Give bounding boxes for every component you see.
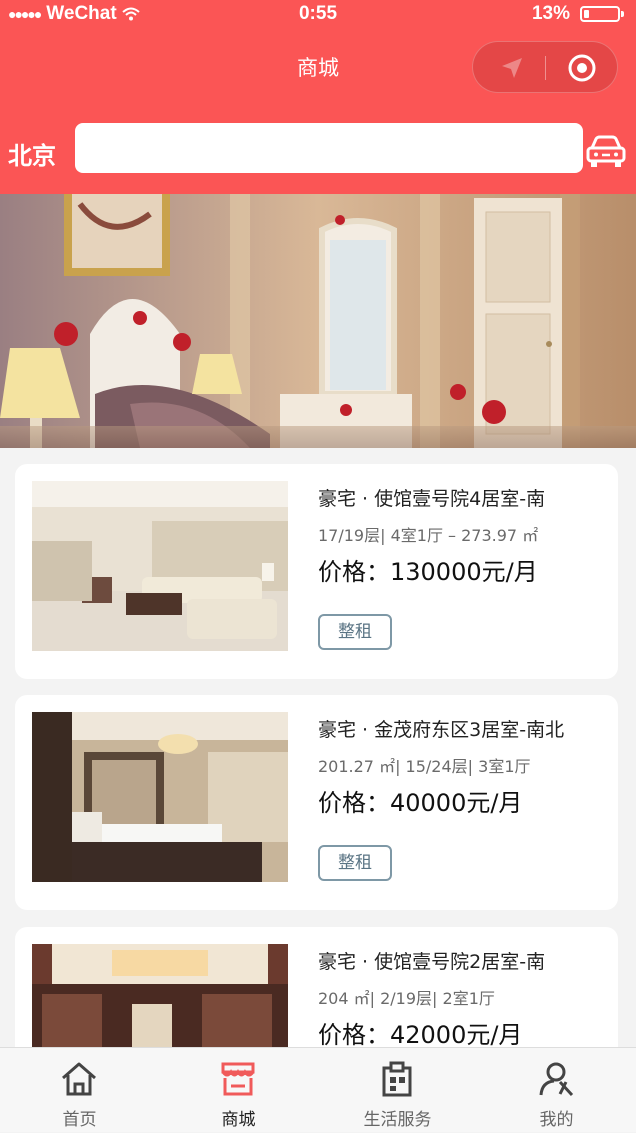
store-icon bbox=[221, 1062, 255, 1096]
search-row: 北京 bbox=[0, 106, 636, 194]
nav-bar: 商城 bbox=[0, 28, 636, 106]
capsule-divider bbox=[545, 56, 546, 80]
rent-type-tag[interactable]: 整租 bbox=[318, 614, 392, 650]
listing-title: 豪宅 · 使馆壹号院2居室-南 bbox=[318, 951, 546, 973]
listing-price: 价格：40000元/月 bbox=[318, 789, 523, 817]
listing-price: 价格：42000元/月 bbox=[318, 1021, 523, 1047]
tab-me[interactable]: 我的 bbox=[477, 1048, 636, 1133]
search-input[interactable] bbox=[75, 123, 583, 173]
listing-spec: 17/19层| 4室1厅 – 273.97 ㎡ bbox=[318, 526, 539, 545]
car-icon[interactable] bbox=[584, 132, 628, 170]
listing-title: 豪宅 · 使馆壹号院4居室-南 bbox=[318, 488, 546, 510]
listing-spec: 204 ㎡| 2/19层| 2室1厅 bbox=[318, 989, 495, 1008]
tab-label: 商城 bbox=[221, 1110, 256, 1130]
tab-life-services[interactable]: 生活服务 bbox=[318, 1048, 477, 1133]
rent-type-tag[interactable]: 整租 bbox=[318, 845, 392, 881]
listing-card[interactable]: 豪宅 · 金茂府东区3居室-南北 201.27 ㎡| 15/24层| 3室1厅 … bbox=[15, 695, 618, 910]
tab-home[interactable]: 首页 bbox=[0, 1048, 159, 1133]
status-right: 13% bbox=[531, 3, 624, 25]
tab-label: 首页 bbox=[62, 1110, 97, 1130]
clipboard-icon bbox=[382, 1061, 412, 1097]
listing-spec: 201.27 ㎡| 15/24层| 3室1厅 bbox=[318, 757, 531, 776]
listing-photo[interactable] bbox=[32, 481, 288, 651]
tab-store[interactable]: 商城 bbox=[159, 1048, 318, 1133]
banner-image[interactable] bbox=[0, 194, 636, 448]
listing-price: 价格：130000元/月 bbox=[318, 558, 538, 586]
listing-card[interactable]: 豪宅 · 使馆壹号院4居室-南 17/19层| 4室1厅 – 273.97 ㎡ … bbox=[15, 464, 618, 679]
user-icon bbox=[539, 1062, 574, 1097]
home-icon bbox=[62, 1062, 96, 1096]
listing-list: 豪宅 · 使馆壹号院4居室-南 17/19层| 4室1厅 – 273.97 ㎡ … bbox=[0, 464, 636, 1047]
listing-photo[interactable] bbox=[32, 944, 288, 1047]
close-mini-program-icon[interactable] bbox=[567, 53, 597, 83]
listing-card[interactable]: 豪宅 · 使馆壹号院2居室-南 204 ㎡| 2/19层| 2室1厅 价格：42… bbox=[15, 927, 618, 1047]
listing-photo[interactable] bbox=[32, 712, 288, 882]
tab-label: 我的 bbox=[539, 1110, 574, 1130]
study-room-photo bbox=[32, 944, 288, 1047]
city-selector[interactable]: 北京 bbox=[8, 136, 56, 171]
bedroom-banner-illustration bbox=[0, 194, 636, 448]
battery-icon bbox=[580, 6, 624, 22]
listing-title: 豪宅 · 金茂府东区3居室-南北 bbox=[318, 719, 565, 741]
tab-label: 生活服务 bbox=[363, 1110, 432, 1130]
living-room-photo bbox=[32, 481, 288, 651]
bedroom-photo bbox=[32, 712, 288, 882]
battery-percent: 13% bbox=[531, 3, 570, 24]
mini-program-capsule bbox=[472, 41, 618, 93]
location-arrow-icon[interactable] bbox=[499, 55, 525, 81]
status-bar: ●●●●● WeChat 0:55 13% bbox=[0, 0, 636, 28]
bottom-tab-bar: 首页 商城 生活服务 我的 bbox=[0, 1047, 636, 1132]
